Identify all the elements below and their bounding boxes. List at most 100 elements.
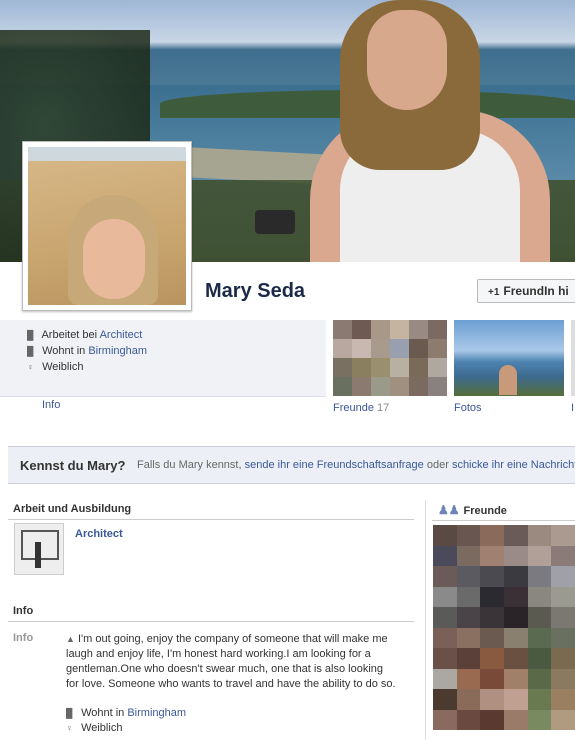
friend-tile[interactable] — [527, 648, 552, 669]
info-section-divider — [8, 621, 414, 622]
friend-tile[interactable] — [433, 586, 457, 607]
friend-tile[interactable] — [433, 709, 457, 730]
friend-tile[interactable] — [480, 607, 504, 628]
friend-tile[interactable] — [503, 668, 528, 689]
friend-tile[interactable] — [503, 607, 528, 628]
friend-tile[interactable] — [527, 545, 552, 566]
friend-tile[interactable] — [503, 545, 528, 566]
mosaic-tile — [428, 377, 447, 396]
employer-figure — [35, 542, 41, 568]
profile-picture[interactable] — [22, 141, 192, 311]
friends-box-header[interactable]: ♟♟ Freunde — [438, 503, 507, 517]
friend-tile[interactable] — [433, 668, 457, 689]
friend-tile[interactable] — [527, 668, 552, 689]
intro-work-prefix: Arbeitet bei — [41, 329, 98, 341]
mosaic-tile — [333, 320, 352, 339]
bio-text: I'm out going, enjoy the company of some… — [66, 633, 396, 690]
mosaic-tile — [352, 377, 371, 396]
friend-tile[interactable] — [433, 689, 457, 710]
friend-tile[interactable] — [551, 648, 575, 669]
intro-work-link[interactable]: Architect — [100, 329, 143, 341]
add-friend-label: FreundIn hi — [503, 284, 569, 298]
know-text: Falls du Mary kennst, sende ihr eine Fre… — [137, 459, 575, 471]
friend-tile[interactable] — [551, 607, 575, 628]
friend-tile[interactable] — [527, 586, 552, 607]
friend-tile[interactable] — [480, 627, 504, 648]
mosaic-tile — [333, 377, 352, 396]
friend-tile[interactable] — [433, 566, 457, 587]
third-thumb[interactable] — [571, 320, 575, 396]
friend-tile[interactable] — [456, 586, 481, 607]
friend-tile[interactable] — [527, 607, 552, 628]
photos-thumb[interactable] — [454, 320, 564, 396]
friend-tile[interactable] — [551, 586, 575, 607]
friend-tile[interactable] — [480, 709, 504, 730]
intro-lives-link[interactable]: Birmingham — [88, 345, 147, 357]
friend-tile[interactable] — [503, 525, 528, 546]
friend-tile[interactable] — [456, 607, 481, 628]
friend-tile[interactable] — [433, 648, 457, 669]
friend-tile[interactable] — [480, 566, 504, 587]
friend-tile[interactable] — [551, 525, 575, 546]
friend-tile[interactable] — [527, 525, 552, 546]
friend-tile[interactable] — [480, 689, 504, 710]
add-friend-button[interactable]: +1 FreundIn hi — [477, 279, 575, 303]
friend-tile[interactable] — [527, 566, 552, 587]
intro-lives: █ Wohnt in Birmingham — [27, 345, 147, 357]
friend-tile[interactable] — [503, 627, 528, 648]
info-lives-link[interactable]: Birmingham — [127, 707, 186, 719]
friend-tile[interactable] — [456, 689, 481, 710]
friend-tile[interactable] — [480, 545, 504, 566]
friend-tile[interactable] — [503, 689, 528, 710]
info-tab-link[interactable]: Info — [42, 399, 60, 411]
friend-tile[interactable] — [433, 525, 457, 546]
friend-tile[interactable] — [551, 566, 575, 587]
friend-tile[interactable] — [503, 648, 528, 669]
friend-tile[interactable] — [551, 668, 575, 689]
person-face — [367, 10, 447, 110]
friend-tile[interactable] — [456, 668, 481, 689]
friend-tile[interactable] — [433, 545, 457, 566]
friend-tile[interactable] — [551, 689, 575, 710]
friend-tile[interactable] — [456, 709, 481, 730]
employer-image[interactable] — [14, 523, 64, 575]
mosaic-tile — [371, 320, 390, 339]
friend-tile[interactable] — [480, 525, 504, 546]
mosaic-tile — [428, 320, 447, 339]
mosaic-tile — [428, 358, 447, 377]
friends-count: 17 — [377, 402, 390, 414]
friend-tile[interactable] — [456, 545, 481, 566]
friend-tile[interactable] — [527, 689, 552, 710]
employer-link[interactable]: Architect — [75, 528, 123, 540]
mosaic-tile — [352, 358, 371, 377]
friends-thumb[interactable] — [333, 320, 447, 396]
friend-tile[interactable] — [503, 709, 528, 730]
send-message-link[interactable]: schicke ihr eine Nachricht — [452, 459, 575, 471]
friend-tile[interactable] — [551, 709, 575, 730]
friend-tile[interactable] — [527, 709, 552, 730]
friend-tile[interactable] — [480, 648, 504, 669]
friend-tile[interactable] — [456, 525, 481, 546]
gender-icon: ♀ — [27, 362, 34, 372]
friend-tile[interactable] — [480, 586, 504, 607]
friend-tile[interactable] — [503, 566, 528, 587]
friend-tile[interactable] — [433, 627, 457, 648]
friends-thumb-label[interactable]: Freunde 17 — [333, 402, 389, 414]
send-friend-request-link[interactable]: sende ihr eine Freundschaftsanfrage — [245, 459, 424, 471]
friend-tile[interactable] — [551, 627, 575, 648]
friend-tile[interactable] — [456, 627, 481, 648]
friend-tile[interactable] — [456, 648, 481, 669]
friend-tile[interactable] — [503, 586, 528, 607]
friend-tile[interactable] — [456, 566, 481, 587]
friend-tile[interactable] — [433, 607, 457, 628]
friend-tile[interactable] — [551, 545, 575, 566]
column-divider — [425, 500, 426, 740]
third-thumb-label[interactable]: I — [571, 402, 574, 414]
friends-grid[interactable] — [433, 525, 575, 730]
photos-thumb-label[interactable]: Fotos — [454, 402, 482, 414]
bio: ▲ I'm out going, enjoy the company of so… — [66, 632, 396, 692]
friends-thumb-text: Freunde — [333, 402, 374, 414]
photos-image — [454, 320, 564, 396]
friend-tile[interactable] — [480, 668, 504, 689]
friend-tile[interactable] — [527, 627, 552, 648]
